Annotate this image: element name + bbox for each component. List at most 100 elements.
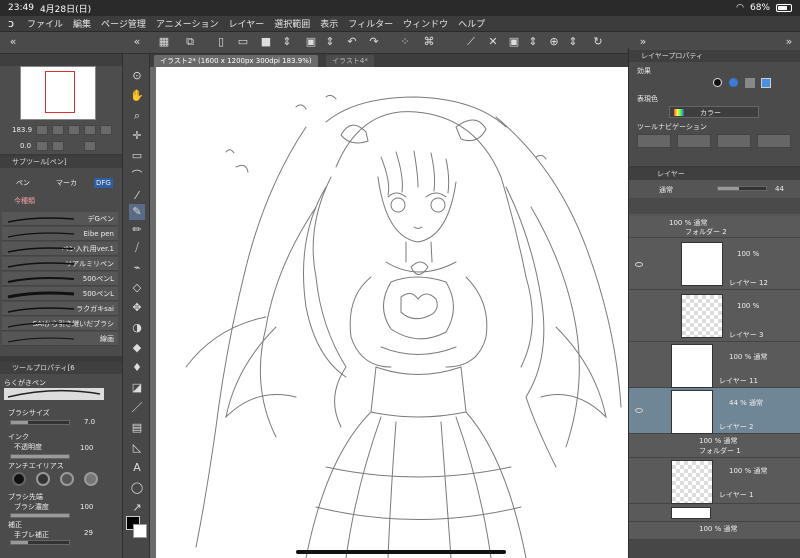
collapse-right-icon[interactable]: » [636,35,650,49]
eraser-tool-icon[interactable]: ◇ [129,280,145,296]
lasso-icon[interactable]: ⁘ [398,35,412,49]
layer-row-selected[interactable]: 44 % 通常 レイヤー 2 [629,388,800,434]
blend-tool-icon[interactable]: ✥ [129,300,145,316]
copy-icon[interactable]: ▣ [304,35,318,49]
menu-filter[interactable]: フィルター [343,17,398,30]
zoom-in-button[interactable] [52,125,64,135]
zoom-glass-icon[interactable]: ⌕ [129,108,145,124]
toolnav-button-3[interactable] [717,134,751,148]
collapse-left-icon-2[interactable]: « [130,35,144,49]
brush-item[interactable]: Eibe pen [2,227,118,241]
text-tool-icon[interactable]: A [129,460,145,476]
effect-border-button[interactable] [713,78,722,87]
antialias-strong-button[interactable] [84,472,98,486]
menu-file[interactable]: ファイル [22,17,68,30]
brush-size-slider[interactable] [10,420,70,425]
navigator-thumbnail[interactable] [20,66,96,120]
step-icon-3[interactable]: ⇕ [566,35,580,49]
cross-icon[interactable]: ✕ [486,35,500,49]
navigator-view-frame[interactable] [45,71,75,113]
fill-tool-icon[interactable]: ◆ [129,340,145,356]
zoom-icon[interactable]: ⊕ [547,35,561,49]
layer-row-paper[interactable] [629,504,800,522]
brush-item[interactable]: SAIから引き継いだブラシ [2,317,118,331]
stabilization-slider[interactable] [10,540,70,545]
tab-illust2[interactable]: イラスト2* (1600 x 1200px 300dpi 183.9%) [154,55,318,67]
subtool-tab-marker[interactable]: マーカ [56,178,77,188]
opacity-slider[interactable] [10,454,70,459]
grid-menu-icon[interactable]: ▦ [157,35,171,49]
flip-button[interactable] [100,125,112,135]
zoom-out-button[interactable] [36,125,48,135]
bucket-tool-icon[interactable]: ♦ [129,360,145,376]
fill-icon[interactable]: ⟋ [464,35,478,49]
selection-tool-icon[interactable]: ▭ [129,148,145,164]
ruler-tool-icon[interactable]: ◺ [129,440,145,456]
brush-density-slider[interactable] [10,513,70,518]
antialias-none-button[interactable] [12,472,26,486]
tab-illust4[interactable]: イラスト4* [326,55,374,67]
swap-icon[interactable]: ⇕ [280,35,294,49]
layer-row[interactable]: 100 % 通常 レイヤー 11 [629,342,800,388]
transform-icon[interactable]: ⌘ [422,35,436,49]
layer-row-folder1[interactable]: 100 % 通常 フォルダー 1 [629,434,800,458]
airbrush-tool-icon[interactable]: ⌁ [129,260,145,276]
hand-tool-icon[interactable]: ✋ [129,88,145,104]
rotate-right-button[interactable] [52,141,64,151]
layer-row[interactable]: 100 % 通常 レイヤー 1 [629,458,800,504]
menu-layer[interactable]: レイヤー [224,17,270,30]
menu-help[interactable]: ヘルプ [453,17,490,30]
blur-tool-icon[interactable]: ◑ [129,320,145,336]
correction-tool-icon[interactable]: ↗ [129,500,145,516]
clip-studio-logo-icon[interactable]: ↄ [0,17,22,30]
eyedropper-icon[interactable]: ⁄ [129,188,145,204]
blend-mode-value[interactable]: 通常 [659,185,673,195]
collapse-right-icon-2[interactable]: » [782,35,796,49]
subtool-group-label[interactable]: 今種類 [14,196,35,206]
fit-button[interactable] [68,125,80,135]
layer-opacity-slider[interactable] [717,186,767,191]
brush-item[interactable]: 線画 [2,332,118,346]
gradient-tool-icon[interactable]: ◪ [129,380,145,396]
brush-tool-icon[interactable]: ⧸ [129,240,145,256]
rotate-left-button[interactable] [36,141,48,151]
lasso-tool-icon[interactable]: ⌒ [129,168,145,184]
pen-tool-icon[interactable]: ✎ [129,204,145,220]
brush-item[interactable]: 500ペンL [2,272,118,286]
reset-rotation-button[interactable] [84,141,96,151]
balloon-tool-icon[interactable]: ◯ [129,480,145,496]
menu-page[interactable]: ページ管理 [96,17,151,30]
drawing-canvas[interactable] [156,67,628,558]
menu-animation[interactable]: アニメーション [151,17,224,30]
antialias-medium-button[interactable] [60,472,74,486]
new-file-icon[interactable]: ▯ [214,35,228,49]
brush-item[interactable]: ペン入れ用ver.1 [2,242,118,256]
eye-icon[interactable] [635,408,643,413]
frame-tool-icon[interactable]: ▤ [129,420,145,436]
expression-color-select[interactable]: カラー [669,106,759,118]
brush-item[interactable]: ラクガキsai [2,302,118,316]
effect-color-button[interactable] [729,78,738,87]
frame-icon[interactable]: ▣ [507,35,521,49]
sub-color-swatch[interactable] [133,524,147,538]
effect-tone-button[interactable] [745,78,755,88]
step-icon-2[interactable]: ⇕ [526,35,540,49]
redo-icon[interactable]: ↷ [367,35,381,49]
brush-item[interactable]: デGペン [2,212,118,226]
line-tool-icon[interactable]: ／ [129,400,145,416]
layer-row[interactable]: 100 % レイヤー 12 [629,238,800,290]
menu-window[interactable]: ウィンドウ [398,17,453,30]
layer-row[interactable]: 100 % レイヤー 3 [629,290,800,342]
clip-studio-icon[interactable]: ⧉ [183,35,197,49]
menu-edit[interactable]: 編集 [68,17,96,30]
open-file-icon[interactable]: ▭ [236,35,250,49]
step-icon[interactable]: ⇕ [323,35,337,49]
pencil-tool-icon[interactable]: ✏ [129,222,145,238]
layer-row-folder[interactable]: 100 % 通常 [629,522,800,540]
layer-row-folder2[interactable]: 100 % 通常 フォルダー 2 [629,216,800,238]
eye-icon[interactable] [635,262,643,267]
toolnav-button-2[interactable] [677,134,711,148]
zoom-tool-icon[interactable]: ⊙ [129,68,145,84]
undo-icon[interactable]: ↶ [345,35,359,49]
effect-layer-color-button[interactable] [761,78,771,88]
